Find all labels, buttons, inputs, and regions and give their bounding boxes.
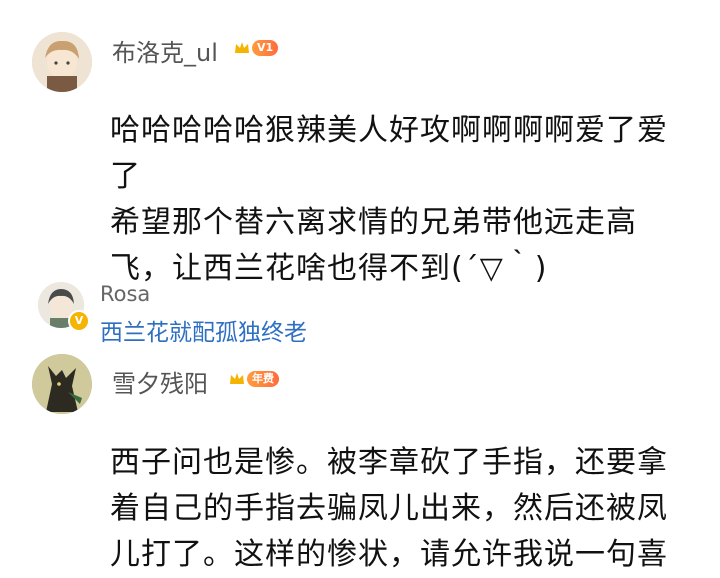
vip-badge-text: 年费: [247, 371, 279, 387]
reply-username[interactable]: Rosa: [100, 282, 150, 306]
avatar[interactable]: [32, 32, 92, 92]
level-badge-text: V1: [252, 40, 279, 56]
comment-line: 着自己的手指去骗凤儿出来，然后还被凤: [110, 491, 668, 526]
comment-line: 西子问也是惨。被李章砍了手指，还要拿: [110, 445, 668, 480]
crown-icon: [230, 373, 244, 384]
verified-badge-icon: V: [68, 310, 90, 332]
comment-text: 哈哈哈哈哈狠辣美人好攻啊啊啊啊爱了爱 了 希望那个替六离求情的兄弟带他远走高 飞…: [110, 108, 700, 292]
vip-badge: 年费: [228, 369, 279, 389]
comment-line: 飞，让西兰花啥也得不到(´▽｀): [110, 251, 548, 286]
comment-line: 希望那个替六离求情的兄弟带他远走高: [110, 205, 637, 240]
comment-line: 哈哈哈哈哈狠辣美人好攻啊啊啊啊爱了爱: [110, 113, 668, 148]
comment-line: 儿打了。这样的惨状，请允许我说一句喜: [110, 537, 668, 572]
username[interactable]: 布洛克_ul: [112, 33, 218, 68]
reply-text[interactable]: 西兰花就配孤独终老: [100, 313, 307, 347]
comment-line: 了: [110, 159, 141, 194]
comment-text: 西子问也是惨。被李章砍了手指，还要拿 着自己的手指去骗凤儿出来，然后还被凤 儿打…: [110, 440, 700, 578]
crown-icon: [235, 42, 249, 53]
username[interactable]: 雪夕残阳: [112, 364, 208, 399]
avatar[interactable]: [32, 354, 92, 414]
level-badge: V1: [233, 38, 279, 58]
